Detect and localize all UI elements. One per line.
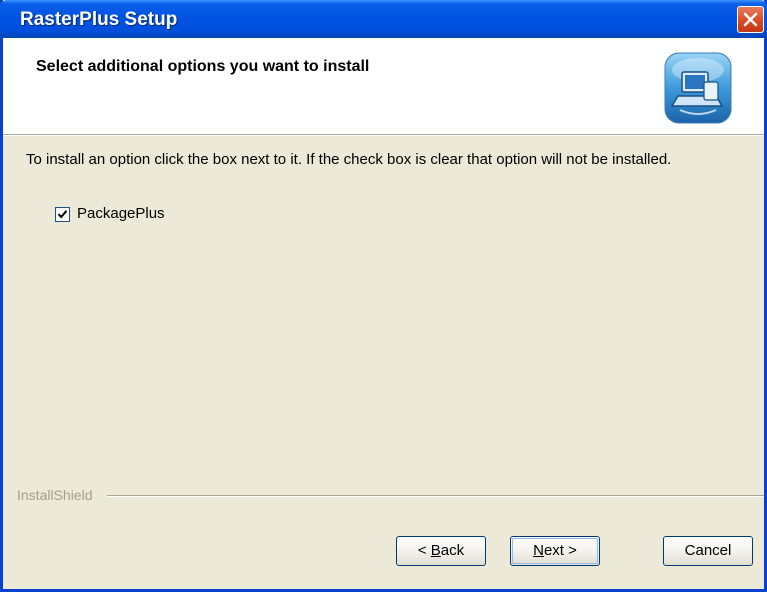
back-mnemonic: B	[430, 542, 441, 559]
checkmark-icon	[57, 210, 68, 219]
setup-computer-icon	[664, 52, 732, 124]
back-label-rest: ack	[440, 542, 465, 559]
back-prefix: <	[417, 542, 431, 559]
next-button[interactable]: Next >	[510, 536, 600, 566]
next-suffix: >	[563, 542, 577, 559]
footer-divider	[107, 495, 764, 497]
close-icon	[743, 12, 758, 27]
next-mnemonic: N	[533, 542, 544, 559]
close-button[interactable]	[737, 6, 764, 33]
title-bar[interactable]: RasterPlus Setup	[0, 0, 767, 38]
option-label[interactable]: PackagePlus	[77, 205, 165, 222]
page-title: Select additional options you want to in…	[36, 58, 370, 75]
back-button[interactable]: < Back	[396, 536, 486, 566]
header-panel: Select additional options you want to in…	[3, 38, 764, 134]
header-divider	[3, 134, 764, 136]
next-label-rest: ext	[543, 542, 564, 559]
instructions-text: To install an option click the box next …	[26, 151, 672, 168]
packageplus-checkbox[interactable]	[55, 207, 70, 222]
setup-dialog: RasterPlus Setup Select additional optio…	[0, 0, 767, 592]
window-title: RasterPlus Setup	[20, 9, 178, 30]
installshield-brand: InstallShield	[17, 487, 93, 503]
cancel-button[interactable]: Cancel	[663, 536, 753, 566]
